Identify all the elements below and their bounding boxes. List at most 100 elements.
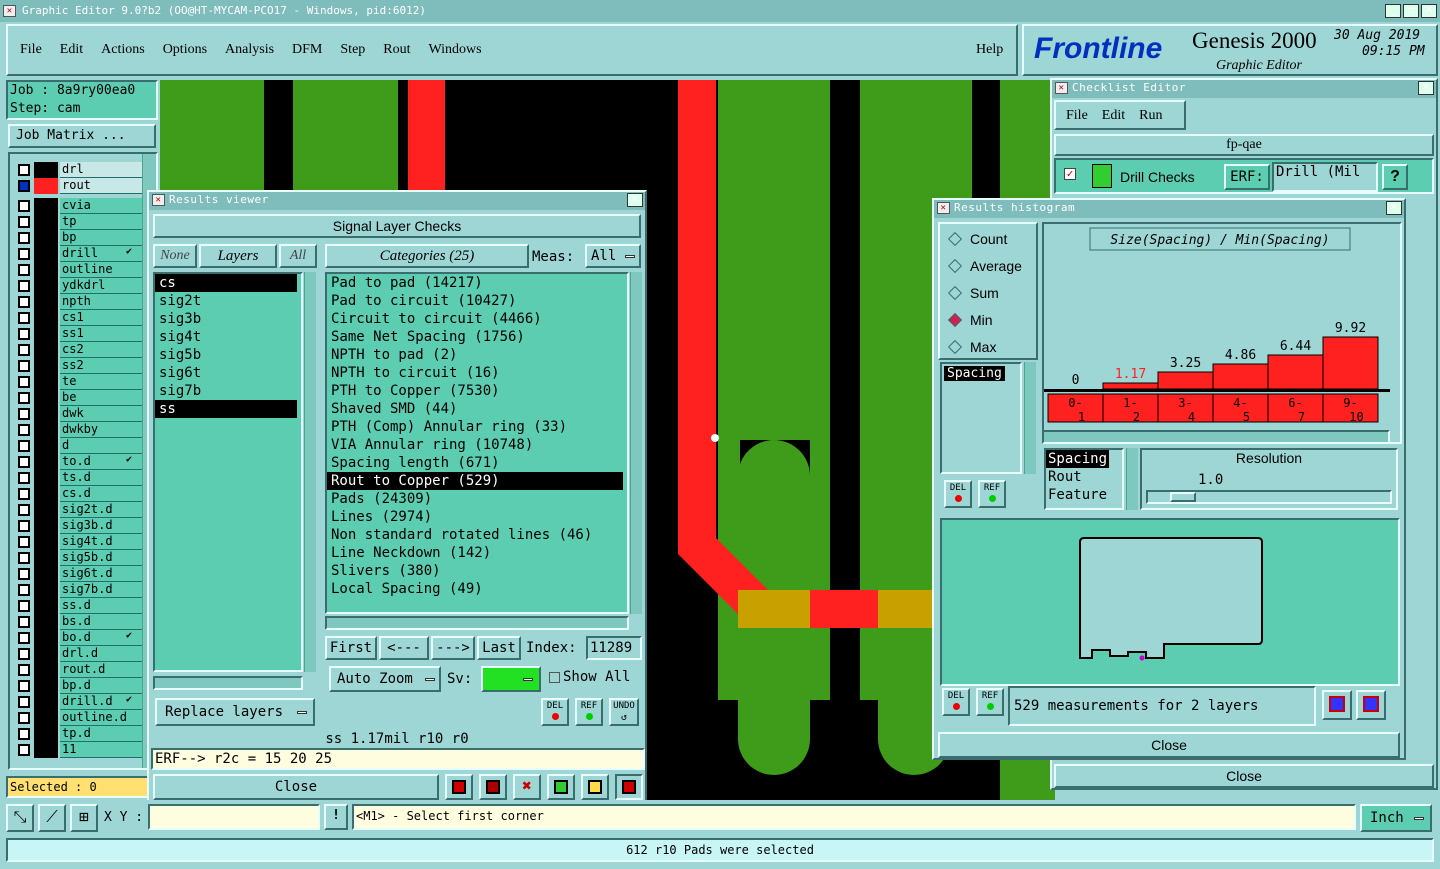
layer-checkbox[interactable] (18, 424, 30, 436)
layer-checkbox[interactable] (18, 408, 30, 420)
checklist-menu-run[interactable]: Run (1139, 108, 1162, 123)
layer-color-swatch[interactable] (34, 162, 58, 178)
layer-color-swatch[interactable] (34, 178, 58, 194)
layer-checkbox[interactable] (18, 504, 30, 516)
radio-diamond-icon[interactable] (947, 339, 963, 355)
auto-zoom-select[interactable]: Auto Zoom (329, 666, 441, 692)
histogram-bar[interactable] (1322, 336, 1379, 390)
layer-row[interactable]: be (16, 390, 142, 406)
layer-row[interactable]: bp (16, 230, 142, 246)
zoom-in-button[interactable] (1322, 690, 1352, 720)
layer-row[interactable]: outline.d (16, 710, 142, 726)
layer-color-swatch[interactable] (34, 406, 58, 422)
layer-color-swatch[interactable] (34, 342, 58, 358)
layer-checkbox[interactable] (18, 744, 30, 756)
prev-button[interactable]: <--- (379, 636, 429, 660)
hist-del-button[interactable]: DEL (944, 480, 972, 508)
result-layer-item[interactable]: sig5b (155, 346, 301, 364)
replace-layers-select[interactable]: Replace layers (155, 698, 315, 726)
flag-tool-button[interactable] (479, 774, 507, 800)
layer-row[interactable]: cs.d (16, 486, 142, 502)
layers-all-button[interactable]: All (279, 244, 317, 268)
category-item[interactable]: PTH to Copper (7530) (327, 382, 627, 400)
help-menu[interactable]: Help (976, 42, 1003, 58)
layer-row[interactable]: ss2 (16, 358, 142, 374)
layer-row[interactable]: 11 (16, 742, 142, 758)
zoom-out-button[interactable] (1356, 690, 1386, 720)
result-layer-item[interactable]: sig2t (155, 292, 301, 310)
snap-tool-button[interactable]: ⤡ (6, 804, 34, 832)
category-item[interactable]: Pad to pad (14217) (327, 274, 627, 292)
layer-row[interactable]: drl.d (16, 646, 142, 662)
result-layer-item[interactable]: ss (155, 400, 297, 418)
layer-color-swatch[interactable] (34, 470, 58, 486)
layer-color-swatch[interactable] (34, 614, 58, 630)
layer-color-swatch[interactable] (34, 214, 58, 230)
menu-file[interactable]: File (20, 42, 42, 58)
layer-row[interactable]: dwk (16, 406, 142, 422)
close-window-button[interactable]: ✕ (1421, 4, 1437, 18)
menu-rout[interactable]: Rout (383, 42, 410, 58)
layer-checkbox[interactable] (18, 696, 30, 708)
results-viewer-close-icon[interactable]: ✕ (627, 193, 643, 207)
layer-color-swatch[interactable] (34, 486, 58, 502)
menu-options[interactable]: Options (163, 42, 207, 58)
report-tool-button[interactable] (581, 774, 609, 800)
layer-row[interactable]: sig7b.d (16, 582, 142, 598)
layer-checkbox[interactable] (18, 312, 30, 324)
layer-row[interactable]: sig5b.d (16, 550, 142, 566)
layer-checkbox[interactable] (18, 296, 30, 308)
histogram-close-button[interactable]: Close (938, 732, 1400, 758)
category-item[interactable]: PTH (Comp) Annular ring (33) (327, 418, 627, 436)
histogram-list-item[interactable]: Spacing (944, 366, 1005, 381)
category-item[interactable]: Shaved SMD (44) (327, 400, 627, 418)
radio-diamond-icon[interactable] (947, 258, 963, 274)
layer-color-swatch[interactable] (34, 278, 58, 294)
layer-color-swatch[interactable] (34, 438, 58, 454)
layer-checkbox[interactable] (18, 488, 30, 500)
layer-row[interactable]: to.d ✔ (16, 454, 142, 470)
histogram-bar[interactable] (1102, 382, 1159, 390)
layer-row[interactable]: ss.d (16, 598, 142, 614)
layer-checkbox[interactable] (18, 712, 30, 724)
layer-color-swatch[interactable] (34, 390, 58, 406)
layer-row[interactable]: te (16, 374, 142, 390)
layer-color-swatch[interactable] (34, 198, 58, 214)
index-field[interactable]: 11289 (586, 636, 642, 660)
histogram-list-scrollbar[interactable] (1024, 362, 1036, 474)
layer-color-swatch[interactable] (34, 678, 58, 694)
layer-row[interactable]: npth (16, 294, 142, 310)
layer-color-swatch[interactable] (34, 566, 58, 582)
category-item[interactable]: Same Net Spacing (1756) (327, 328, 627, 346)
layer-color-swatch[interactable] (34, 742, 58, 758)
preview-del-button[interactable]: DEL (942, 688, 970, 716)
layer-checkbox[interactable] (18, 200, 30, 212)
layer-checkbox[interactable] (18, 280, 30, 292)
layer-color-swatch[interactable] (34, 518, 58, 534)
layer-checkbox[interactable] (18, 472, 30, 484)
menu-edit[interactable]: Edit (60, 42, 83, 58)
menu-dfm[interactable]: DFM (292, 42, 322, 58)
layer-checkbox[interactable] (18, 264, 30, 276)
category-item[interactable]: Pads (24309) (327, 490, 627, 508)
menu-step[interactable]: Step (340, 42, 365, 58)
layer-row[interactable]: sig6t.d (16, 566, 142, 582)
layer-row[interactable]: drill.d ✔ (16, 694, 142, 710)
first-button[interactable]: First (325, 636, 377, 660)
layer-color-swatch[interactable] (34, 502, 58, 518)
layer-checkbox[interactable] (18, 328, 30, 340)
layer-color-swatch[interactable] (34, 310, 58, 326)
layer-row[interactable]: sig4t.d (16, 534, 142, 550)
category-item[interactable]: Rout to Copper (529) (327, 472, 623, 490)
histogram-bar[interactable] (1267, 354, 1324, 390)
category-item[interactable]: Lines (2974) (327, 508, 627, 526)
check-icon[interactable]: ✓ (1064, 168, 1076, 180)
layer-color-swatch[interactable] (34, 294, 58, 310)
layer-row[interactable]: ydkdrl (16, 278, 142, 294)
radio-diamond-icon[interactable] (947, 231, 963, 247)
xy-input[interactable] (148, 804, 320, 830)
slider-thumb[interactable] (1170, 492, 1196, 502)
layer-checkbox[interactable] (18, 456, 30, 468)
layer-color-swatch[interactable] (34, 646, 58, 662)
layer-checkbox[interactable] (18, 360, 30, 372)
